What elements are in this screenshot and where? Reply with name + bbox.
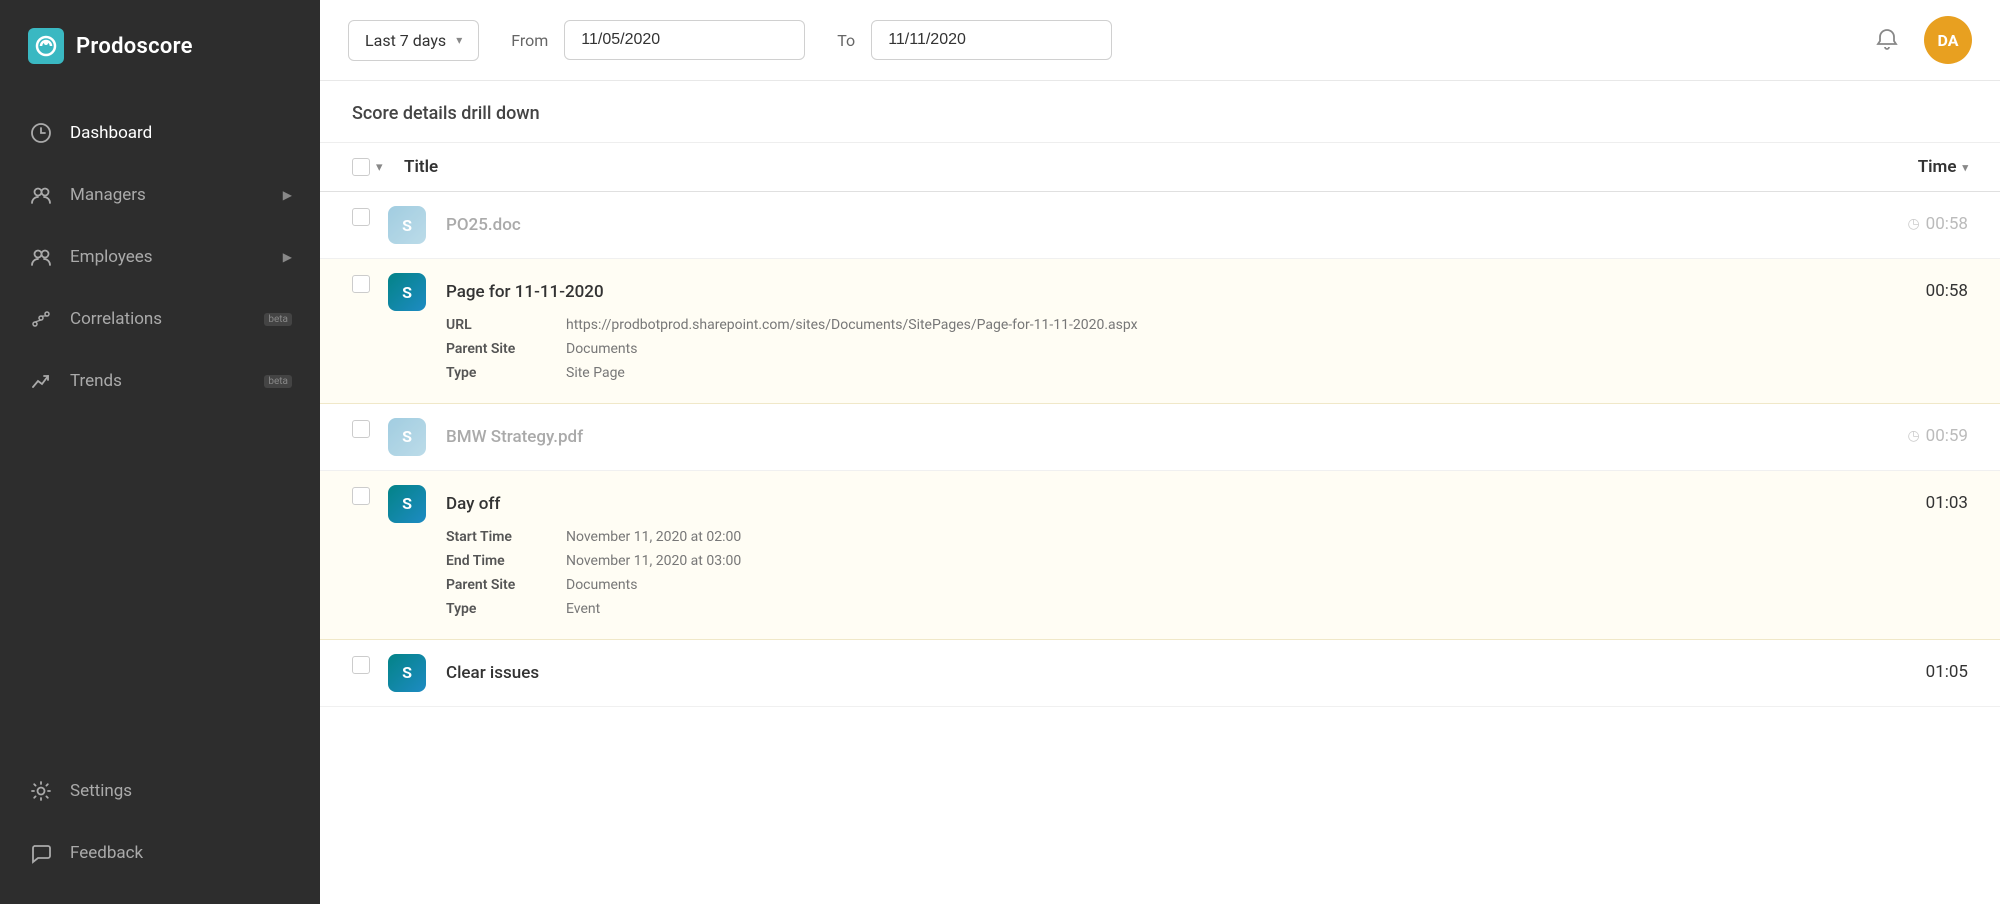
from-label: From <box>511 31 548 50</box>
logo: Prodoscore <box>0 0 320 92</box>
sidebar-item-managers[interactable]: Managers ▶ <box>0 164 320 226</box>
clock-icon: ◷ <box>1907 428 1919 444</box>
time-sort-icon[interactable]: ▾ <box>1962 161 1968 174</box>
sidebar-item-correlations-label: Correlations <box>70 309 244 329</box>
header-checkbox-area: ▾ <box>352 158 404 176</box>
logo-icon <box>28 28 64 64</box>
row-checkbox-1[interactable] <box>352 206 388 230</box>
sidebar-item-correlations[interactable]: Correlations beta <box>0 288 320 350</box>
managers-icon <box>28 182 54 208</box>
sidebar-item-settings[interactable]: Settings <box>0 760 320 822</box>
row-body-1: PO25.doc <box>446 206 1848 238</box>
row-title-2: Page for 11-11-2020 <box>446 273 1848 305</box>
row-time-2: 00:58 <box>1848 273 1968 301</box>
to-date-input[interactable] <box>871 20 1112 60</box>
sharepoint-icon-light: S <box>388 206 426 244</box>
sidebar-item-feedback[interactable]: Feedback <box>0 822 320 884</box>
trends-badge: beta <box>264 375 292 388</box>
sidebar-item-trends-label: Trends <box>70 371 244 391</box>
settings-icon <box>28 778 54 804</box>
clock-icon: ◷ <box>1907 216 1919 232</box>
row-body-5: Clear issues <box>446 654 1848 686</box>
correlations-icon <box>28 306 54 332</box>
row-checkbox-3[interactable] <box>352 418 388 442</box>
header: Last 7 days ▾ From To DA <box>320 0 2000 81</box>
row-body-2: Page for 11-11-2020 URL https://prodbotp… <box>446 273 1848 389</box>
table-row: S Page for 11-11-2020 URL https://prodbo… <box>320 259 2000 404</box>
sharepoint-icon: S <box>388 273 426 311</box>
title-column-header: Title <box>404 157 1848 177</box>
to-label: To <box>837 31 855 50</box>
row-details-2: URL https://prodbotprod.sharepoint.com/s… <box>446 317 1848 381</box>
date-range-label: Last 7 days <box>365 31 446 50</box>
employees-arrow: ▶ <box>283 250 292 264</box>
select-all-checkbox[interactable] <box>352 158 370 176</box>
row-title-4: Day off <box>446 485 1848 517</box>
row-time-4: 01:03 <box>1848 485 1968 513</box>
row-title-1: PO25.doc <box>446 206 1848 238</box>
from-date-input[interactable] <box>564 20 805 60</box>
detail-type-2: Type Event <box>446 601 1848 617</box>
row-time-3: ◷ 00:59 <box>1848 418 1968 446</box>
drill-down-title: Score details drill down <box>320 81 2000 143</box>
sidebar-item-trends[interactable]: Trends beta <box>0 350 320 412</box>
table-row: S BMW Strategy.pdf ◷ 00:59 <box>320 404 2000 471</box>
row-title-5: Clear issues <box>446 654 1848 686</box>
user-avatar[interactable]: DA <box>1924 16 1972 64</box>
row-body-3: BMW Strategy.pdf <box>446 418 1848 450</box>
row-details-4: Start Time November 11, 2020 at 02:00 En… <box>446 529 1848 617</box>
correlations-badge: beta <box>264 313 292 326</box>
employees-icon <box>28 244 54 270</box>
table-row: S PO25.doc ◷ 00:58 <box>320 192 2000 259</box>
dashboard-icon <box>28 120 54 146</box>
detail-end-time: End Time November 11, 2020 at 03:00 <box>446 553 1848 569</box>
row-title-3: BMW Strategy.pdf <box>446 418 1848 450</box>
managers-arrow: ▶ <box>283 188 292 202</box>
content-area: Score details drill down ▾ Title Time ▾ … <box>320 81 2000 904</box>
sidebar-item-settings-label: Settings <box>70 781 292 801</box>
row-checkbox-2[interactable] <box>352 273 388 297</box>
sharepoint-icon-light: S <box>388 418 426 456</box>
row-checkbox-5[interactable] <box>352 654 388 678</box>
row-time-5: 01:05 <box>1848 654 1968 682</box>
row-body-4: Day off Start Time November 11, 2020 at … <box>446 485 1848 625</box>
drill-down-panel: Score details drill down ▾ Title Time ▾ … <box>320 81 2000 707</box>
detail-type-1: Type Site Page <box>446 365 1848 381</box>
time-column-header: Time ▾ <box>1848 157 1968 177</box>
main-panel: Last 7 days ▾ From To DA Score details d… <box>320 0 2000 904</box>
sidebar-item-dashboard-label: Dashboard <box>70 123 292 143</box>
detail-parent-site-1: Parent Site Documents <box>446 341 1848 357</box>
sidebar-item-employees-label: Employees <box>70 247 267 267</box>
sharepoint-icon: S <box>388 654 426 692</box>
table-row: S Day off Start Time November 11, 2020 a… <box>320 471 2000 640</box>
detail-start-time: Start Time November 11, 2020 at 02:00 <box>446 529 1848 545</box>
sort-dropdown-icon[interactable]: ▾ <box>376 160 383 175</box>
notification-bell-button[interactable] <box>1866 19 1908 61</box>
row-checkbox-4[interactable] <box>352 485 388 509</box>
detail-url: URL https://prodbotprod.sharepoint.com/s… <box>446 317 1848 333</box>
detail-parent-site-2: Parent Site Documents <box>446 577 1848 593</box>
trends-icon <box>28 368 54 394</box>
table-row: S Clear issues 01:05 <box>320 640 2000 707</box>
sharepoint-icon: S <box>388 485 426 523</box>
table-header: ▾ Title Time ▾ <box>320 143 2000 192</box>
sidebar-item-feedback-label: Feedback <box>70 843 292 863</box>
sidebar-item-employees[interactable]: Employees ▶ <box>0 226 320 288</box>
sidebar-item-dashboard[interactable]: Dashboard <box>0 102 320 164</box>
date-range-selector[interactable]: Last 7 days ▾ <box>348 20 479 61</box>
sidebar-item-managers-label: Managers <box>70 185 267 205</box>
logo-text: Prodoscore <box>76 34 193 59</box>
feedback-icon <box>28 840 54 866</box>
sidebar-bottom: Settings Feedback <box>0 740 320 904</box>
sidebar-nav: Dashboard Managers ▶ <box>0 92 320 740</box>
avatar-initials: DA <box>1938 31 1959 50</box>
sidebar: Prodoscore Dashboard Managers <box>0 0 320 904</box>
chevron-down-icon: ▾ <box>456 33 462 47</box>
row-time-1: ◷ 00:58 <box>1848 206 1968 234</box>
